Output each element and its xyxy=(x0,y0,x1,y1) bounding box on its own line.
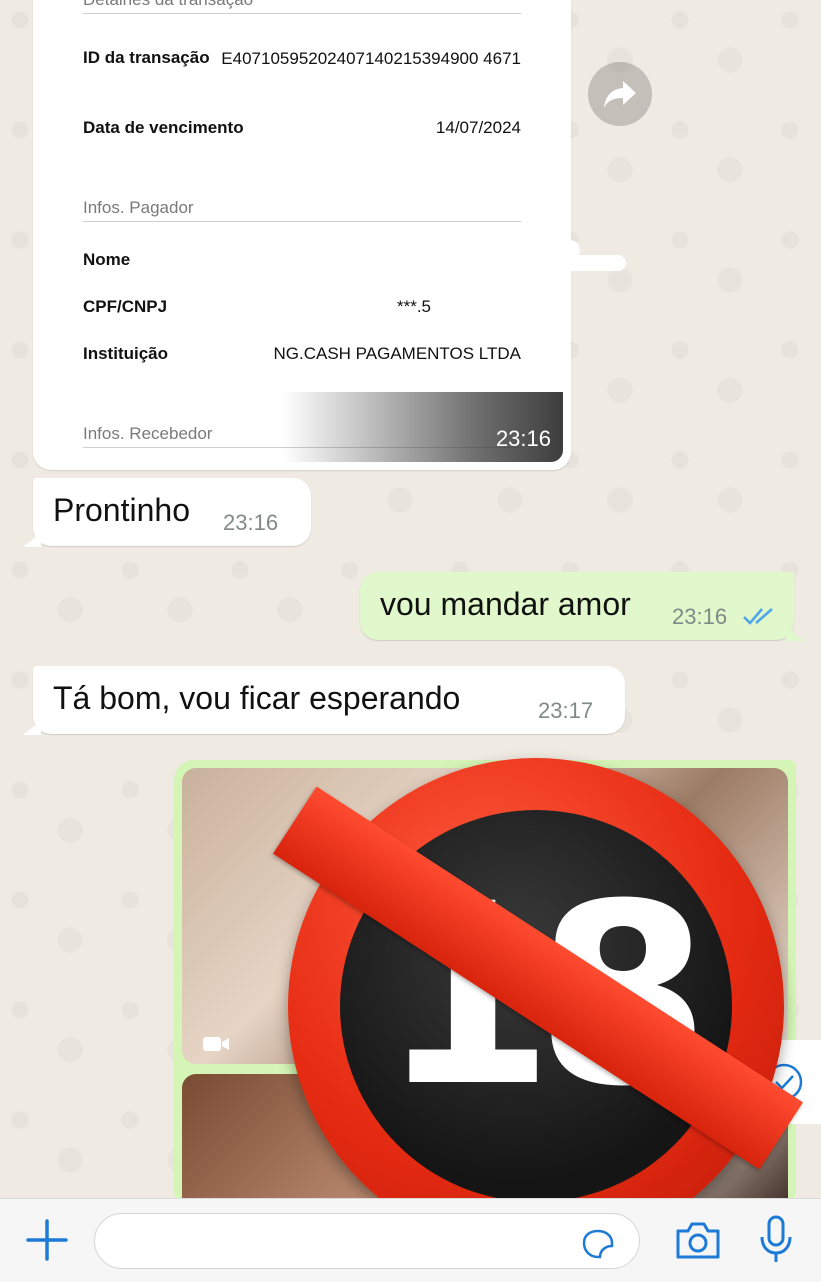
transaction-id-row: ID da transação E40710595202407140215394… xyxy=(83,48,521,98)
transaction-id-value: E40710595202407140215394900 4671 xyxy=(221,49,521,68)
payer-name-label: Nome xyxy=(83,250,131,269)
transaction-id-label: ID da transação xyxy=(83,48,210,67)
section-transaction-details: Detalhes da transação xyxy=(83,0,521,14)
message-incoming[interactable]: Prontinho 23:16 xyxy=(23,478,311,547)
cpf-label: CPF/CNPJ xyxy=(83,297,168,316)
redacted-name xyxy=(223,244,523,260)
message-incoming[interactable]: Tá bom, vou ficar esperando 23:17 xyxy=(23,666,625,735)
video-camera-icon xyxy=(203,1037,229,1051)
forward-button[interactable] xyxy=(588,62,652,126)
microphone-icon[interactable] xyxy=(758,1215,794,1265)
bubble-tail xyxy=(786,627,804,641)
message-text: Tá bom, vou ficar esperando xyxy=(53,680,461,716)
section-payer-info: Infos. Pagador xyxy=(83,198,521,222)
message-input[interactable] xyxy=(94,1213,640,1269)
adult-content-badge: 18 xyxy=(272,758,803,1254)
message-time: 23:17 xyxy=(538,698,594,723)
due-date-label: Data de vencimento xyxy=(83,118,244,137)
receipt-image-message[interactable]: Detalhes da transação ID da transação E4… xyxy=(33,0,571,470)
sticker-icon[interactable] xyxy=(580,1229,616,1259)
redaction-smear xyxy=(560,255,626,271)
bubble-tail xyxy=(23,533,41,547)
due-date-value: 14/07/2024 xyxy=(435,118,521,137)
message-text: Prontinho xyxy=(53,492,190,528)
cpf-value: ***.5 xyxy=(396,297,431,316)
composer-bar xyxy=(0,1198,821,1282)
camera-icon[interactable] xyxy=(674,1219,722,1261)
forward-icon xyxy=(604,81,636,108)
message-time: 23:16 xyxy=(672,604,728,629)
bubble-tail xyxy=(23,721,41,735)
plus-icon[interactable] xyxy=(24,1217,70,1263)
message-text: vou mandar amor xyxy=(380,586,631,622)
redacted-cpf xyxy=(433,297,521,315)
institution-value: NG.CASH PAGAMENTOS LTDA xyxy=(273,344,522,363)
message-time: 23:16 xyxy=(223,510,279,535)
receipt-timestamp: 23:16 xyxy=(495,426,551,451)
read-receipt-icon xyxy=(743,608,773,625)
institution-label: Instituição xyxy=(83,344,169,363)
message-outgoing[interactable]: vou mandar amor 23:16 xyxy=(360,572,804,641)
